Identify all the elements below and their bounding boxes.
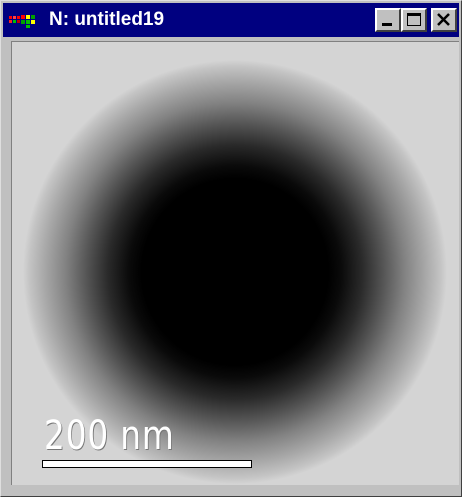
image-canvas[interactable]: 200 nm bbox=[11, 41, 459, 485]
window-title: N: untitled19 bbox=[49, 9, 165, 30]
maximize-icon bbox=[407, 13, 421, 26]
scale-bar-label: 200 nm bbox=[44, 413, 175, 459]
close-button[interactable] bbox=[431, 8, 457, 32]
app-icon bbox=[9, 15, 35, 28]
scale-bar bbox=[42, 460, 252, 468]
minimize-button[interactable] bbox=[375, 8, 401, 32]
maximize-button[interactable] bbox=[401, 8, 427, 32]
close-icon bbox=[437, 13, 450, 26]
title-bar[interactable]: N: untitled19 bbox=[3, 3, 459, 37]
image-window: N: untitled19 200 nm bbox=[0, 0, 462, 497]
minimize-icon bbox=[382, 23, 392, 26]
